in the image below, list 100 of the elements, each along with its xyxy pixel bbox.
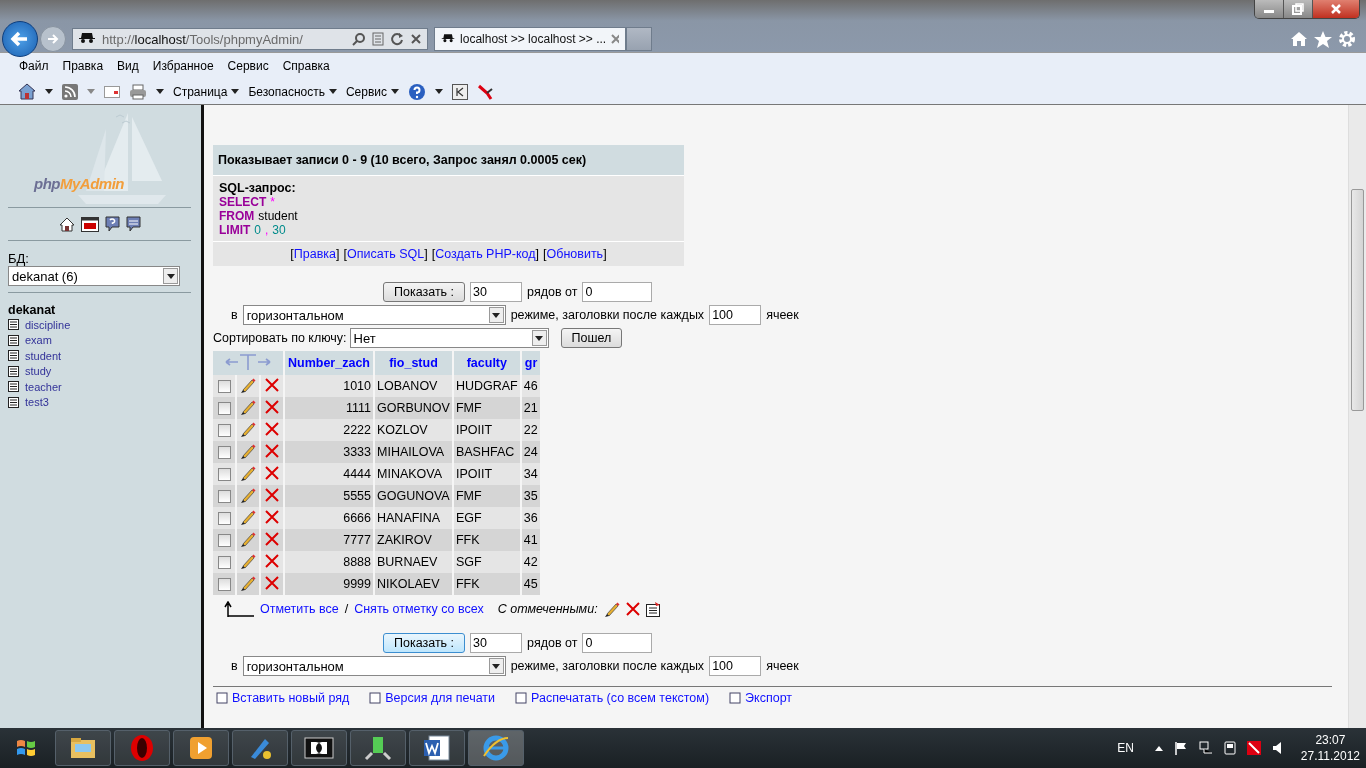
volume-icon[interactable] — [1271, 741, 1284, 755]
help-icon[interactable] — [408, 82, 427, 101]
pencil-icon[interactable] — [240, 464, 256, 481]
export-icon[interactable] — [645, 601, 661, 617]
back-button[interactable] — [2, 21, 38, 57]
paint-app-icon[interactable] — [232, 730, 288, 766]
delete-icon[interactable] — [265, 465, 279, 480]
repeat-field[interactable]: 100 — [709, 305, 762, 325]
rows-field[interactable]: 30 — [470, 282, 523, 302]
delete-icon[interactable] — [265, 443, 279, 458]
table-icon[interactable] — [8, 334, 19, 346]
ie-app-icon[interactable] — [468, 730, 524, 766]
mode-select[interactable]: горизонтальном — [242, 656, 506, 676]
forward-button[interactable] — [40, 26, 66, 52]
table-icon[interactable] — [8, 381, 19, 393]
toolbar-menu[interactable]: Страница — [173, 84, 240, 99]
table-link[interactable]: exam — [25, 334, 52, 347]
row-checkbox[interactable] — [217, 468, 231, 482]
pencil-icon[interactable] — [240, 442, 256, 459]
table-link[interactable]: discipline — [25, 318, 71, 331]
media-player-icon[interactable] — [173, 730, 229, 766]
address-bar[interactable]: http://localhost/Tools/phpmyAdmin/ — [72, 28, 428, 50]
page-icon[interactable] — [369, 692, 382, 704]
show-button[interactable]: Показать : — [383, 633, 466, 653]
row-checkbox[interactable] — [217, 556, 231, 570]
query-action-link[interactable]: Создать PHP-код — [435, 247, 536, 261]
menu-item[interactable]: Избранное — [145, 59, 221, 73]
device-icon[interactable] — [1223, 741, 1236, 755]
minimize-button[interactable] — [1255, 0, 1284, 18]
database-select[interactable]: dekanat (6) — [8, 266, 180, 286]
column-header[interactable]: fio_stud — [375, 351, 452, 375]
delete-icon[interactable] — [265, 553, 279, 568]
mail-icon[interactable] — [104, 85, 120, 98]
action-link[interactable]: Вставить новый ряд — [232, 691, 350, 705]
menu-item[interactable]: Вид — [110, 59, 146, 73]
audio-app-icon[interactable] — [291, 730, 347, 766]
row-checkbox[interactable] — [217, 380, 231, 394]
start-field[interactable]: 0 — [582, 282, 653, 302]
pencil-icon[interactable] — [240, 552, 256, 569]
compat-view-icon[interactable] — [372, 32, 384, 46]
caret-icon[interactable] — [435, 89, 444, 94]
row-checkbox[interactable] — [217, 490, 231, 504]
row-checkbox[interactable] — [217, 534, 231, 548]
close-tab-icon[interactable] — [611, 34, 619, 44]
refresh-icon[interactable] — [390, 32, 404, 46]
network-icon[interactable] — [1198, 741, 1213, 755]
menu-item[interactable]: Сервис — [220, 59, 276, 73]
caret-icon[interactable] — [45, 89, 53, 94]
table-icon[interactable] — [8, 350, 19, 362]
page-icon[interactable] — [729, 692, 742, 704]
page-icon[interactable] — [216, 692, 228, 704]
page-icon[interactable] — [515, 692, 528, 704]
table-link[interactable]: study — [25, 365, 52, 378]
settings-icon[interactable] — [1338, 30, 1356, 48]
action-link[interactable]: Распечатать (со всем текстом) — [531, 691, 710, 705]
uncheck-all-link[interactable]: Снять отметку со всех — [354, 602, 484, 616]
repeat-field[interactable]: 100 — [709, 656, 762, 676]
column-header[interactable]: Number_zach — [285, 351, 373, 375]
row-checkbox[interactable] — [217, 424, 231, 438]
pencil-icon[interactable] — [240, 376, 256, 393]
help-icon[interactable] — [104, 216, 120, 232]
scrollbar[interactable] — [1348, 105, 1366, 728]
row-checkbox[interactable] — [217, 512, 231, 526]
menu-item[interactable]: Правка — [55, 59, 111, 73]
network-app-icon[interactable] — [350, 730, 406, 766]
column-header[interactable]: gr — [521, 351, 541, 375]
table-link[interactable]: teacher — [25, 380, 62, 393]
delete-icon[interactable] — [265, 575, 279, 590]
table-icon[interactable] — [8, 365, 19, 377]
delete-icon[interactable] — [265, 421, 279, 436]
row-checkbox[interactable] — [217, 402, 231, 416]
sql-help-icon[interactable] — [125, 216, 141, 232]
keyboard-key-icon[interactable] — [452, 83, 469, 100]
table-link[interactable]: test3 — [25, 396, 49, 409]
mode-select[interactable]: горизонтальном — [242, 305, 506, 325]
pencil-icon[interactable] — [240, 398, 256, 415]
pencil-icon[interactable] — [603, 601, 620, 617]
delete-icon[interactable] — [265, 531, 279, 546]
action-link[interactable]: Экспорт — [745, 691, 793, 705]
browser-app-icon[interactable] — [114, 730, 170, 766]
stop-icon[interactable] — [410, 33, 422, 45]
column-header[interactable]: faculty — [453, 351, 520, 375]
delete-icon[interactable] — [625, 602, 640, 616]
menu-item[interactable]: Справка — [275, 59, 337, 73]
clock-time[interactable]: 23:07 — [1315, 732, 1346, 748]
pencil-icon[interactable] — [240, 574, 256, 591]
pencil-icon[interactable] — [240, 508, 256, 525]
printer-icon[interactable] — [129, 83, 147, 100]
show-button[interactable]: Показать : — [383, 282, 466, 302]
show-hidden-icons[interactable] — [1154, 745, 1163, 751]
caret-icon[interactable] — [156, 89, 164, 94]
home-icon[interactable] — [58, 216, 75, 232]
delete-icon[interactable] — [265, 509, 279, 524]
row-checkbox[interactable] — [217, 446, 231, 460]
menu-item[interactable]: Файл — [12, 59, 56, 73]
home-icon[interactable] — [18, 83, 36, 100]
search-icon[interactable] — [352, 32, 366, 46]
toolbar-menu[interactable]: Безопасность — [248, 84, 337, 99]
restore-button[interactable] — [1284, 0, 1313, 18]
row-checkbox[interactable] — [217, 578, 231, 592]
